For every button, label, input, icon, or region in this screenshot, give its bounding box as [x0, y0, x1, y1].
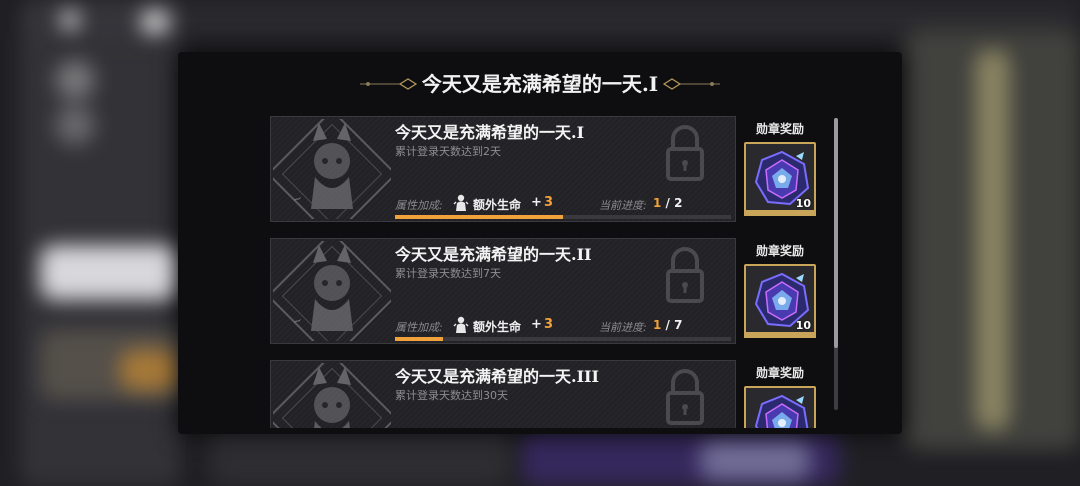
- achievement-description: 累计登录天数达到30天: [395, 389, 508, 402]
- bonus-value: 3: [544, 317, 554, 332]
- achievement-list[interactable]: ~ 今天又是充满希望的一天.I 累计登录天数达到2天 属性加成: 额外生命 + …: [270, 116, 830, 428]
- scrollbar-thumb[interactable]: [834, 118, 838, 348]
- bonus-value: 3: [544, 195, 554, 210]
- reward-quantity: 10: [795, 319, 811, 332]
- progress-total: 2: [674, 196, 683, 210]
- achievement-name: 今天又是充满希望的一天.III: [395, 367, 600, 386]
- progress-value: 1 / 2: [653, 196, 682, 210]
- progress-sep: /: [665, 196, 670, 210]
- reward-item[interactable]: 10: [744, 142, 816, 214]
- achievement-emblem-icon: ~: [273, 241, 391, 341]
- achievement-emblem-icon: ~: [273, 119, 391, 219]
- achievement-panel: 今天又是充满希望的一天.I ~ 今天又是充满希望的一天.I 累计登录天数达到2天…: [178, 52, 902, 434]
- progress-bar: [395, 337, 731, 341]
- reward-label: 勋章奖励: [755, 244, 804, 258]
- progress-current: 1: [653, 318, 662, 332]
- reward-base: [744, 332, 816, 338]
- achievement-name: 今天又是充满希望的一天.I: [395, 123, 585, 142]
- lock-icon: [665, 245, 705, 303]
- reward-base: [744, 210, 816, 216]
- reward-slot[interactable]: 勋章奖励 10: [740, 238, 820, 344]
- reward-label: 勋章奖励: [755, 122, 804, 136]
- reward-item[interactable]: 10: [744, 264, 816, 336]
- bonus-label: 属性加成:: [395, 199, 443, 212]
- bonus-name: 额外生命: [473, 198, 522, 212]
- achievement-card[interactable]: ~ 今天又是充满希望的一天.III 累计登录天数达到30天: [270, 360, 736, 428]
- progress-value: 1 / 7: [653, 318, 682, 332]
- bonus-plus: +: [531, 317, 542, 332]
- achievement-description: 累计登录天数达到7天: [395, 267, 501, 280]
- bonus-label: 属性加成:: [395, 321, 443, 334]
- achievement-description: 累计登录天数达到2天: [395, 145, 501, 158]
- figure-icon: [453, 194, 469, 212]
- progress-sep: /: [665, 318, 670, 332]
- progress-bar-fill: [395, 337, 444, 341]
- progress-label: 当前进度:: [599, 199, 647, 212]
- progress-label: 当前进度:: [599, 321, 647, 334]
- progress-current: 1: [653, 196, 662, 210]
- reward-label: 勋章奖励: [755, 366, 804, 380]
- figure-icon: [453, 316, 469, 334]
- achievement-emblem-icon: ~: [273, 363, 391, 428]
- achievement-card[interactable]: ~ 今天又是充满希望的一天.I 累计登录天数达到2天 属性加成: 额外生命 + …: [270, 116, 736, 222]
- lock-icon: [665, 367, 705, 425]
- reward-slot[interactable]: 勋章奖励 10: [740, 116, 820, 222]
- progress-bar: [395, 215, 731, 219]
- reward-item[interactable]: [744, 386, 816, 428]
- achievement-name: 今天又是充满希望的一天.II: [395, 245, 592, 264]
- progress-bar-fill: [395, 215, 563, 219]
- scrollbar[interactable]: [834, 118, 838, 410]
- progress-total: 7: [674, 318, 683, 332]
- bonus-name: 额外生命: [473, 320, 522, 334]
- title-ornament-right-icon: [662, 78, 720, 90]
- reward-quantity: 10: [795, 197, 811, 210]
- bonus-plus: +: [531, 195, 542, 210]
- reward-slot[interactable]: 勋章奖励: [740, 360, 820, 428]
- lock-icon: [665, 123, 705, 181]
- panel-title: 今天又是充满希望的一天.I: [421, 72, 659, 96]
- achievement-card[interactable]: ~ 今天又是充满希望的一天.II 累计登录天数达到7天 属性加成: 额外生命 +…: [270, 238, 736, 344]
